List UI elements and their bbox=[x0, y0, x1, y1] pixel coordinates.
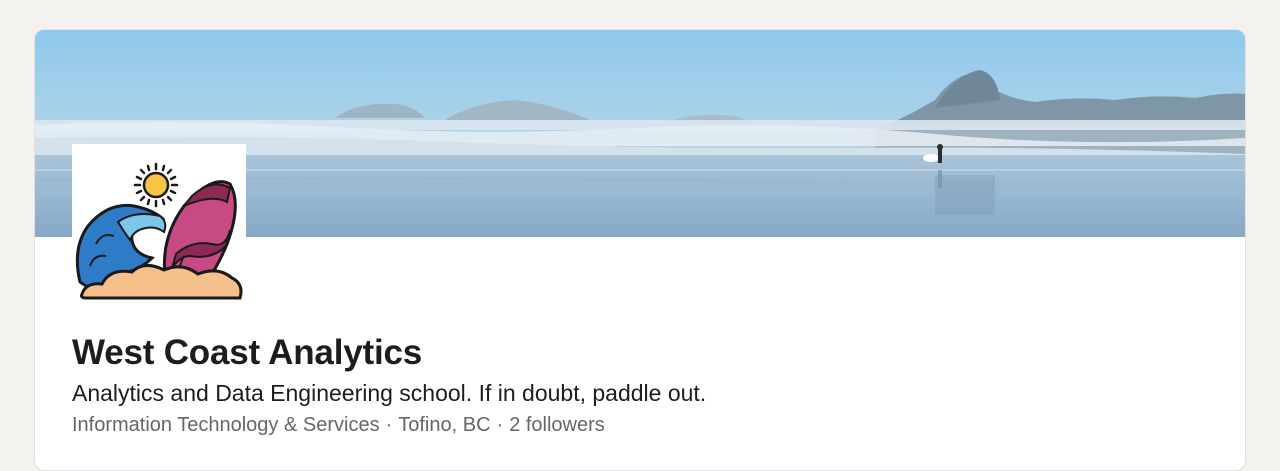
separator: · bbox=[496, 414, 504, 436]
industry-label: Information Technology & Services bbox=[72, 414, 380, 436]
company-logo[interactable] bbox=[72, 144, 246, 304]
company-profile-card: West Coast Analytics Analytics and Data … bbox=[34, 29, 1246, 471]
wave-sun-surfboard-icon bbox=[75, 162, 243, 300]
company-meta: Information Technology & Services · Tofino… bbox=[72, 414, 605, 437]
company-name: West Coast Analytics bbox=[72, 333, 422, 372]
company-tagline: Analytics and Data Engineering school. I… bbox=[72, 380, 707, 406]
separator: · bbox=[385, 414, 393, 436]
location-label: Tofino, BC bbox=[398, 414, 491, 436]
followers-count[interactable]: 2 followers bbox=[509, 414, 605, 436]
